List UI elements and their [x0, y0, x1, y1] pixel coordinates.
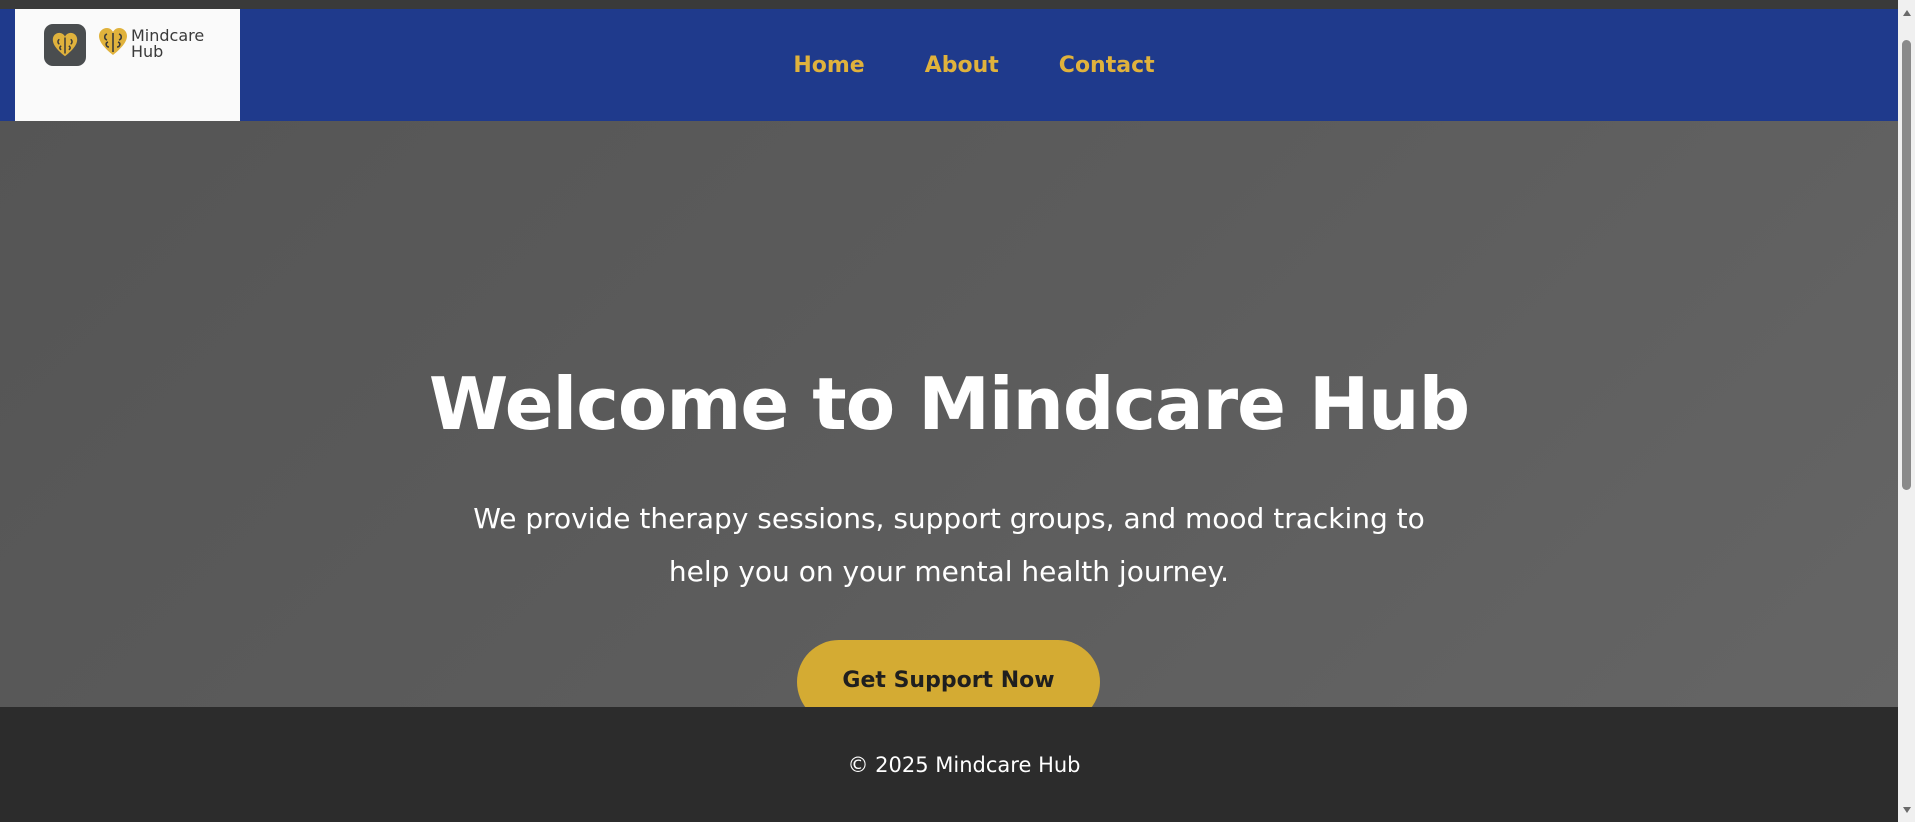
page: Mindcare Hub Home About Contact Welcome …: [0, 0, 1915, 822]
footer-copyright: © 2025 Mindcare Hub: [847, 752, 1081, 777]
hero-section: Welcome to Mindcare Hub We provide thera…: [0, 121, 1898, 707]
get-support-button[interactable]: Get Support Now: [797, 640, 1100, 707]
hero-title: Welcome to Mindcare Hub: [428, 362, 1470, 446]
vertical-scrollbar[interactable]: [1898, 0, 1915, 822]
nav-link-contact[interactable]: Contact: [1059, 53, 1155, 78]
footer: © 2025 Mindcare Hub: [0, 707, 1898, 822]
scroll-up-arrow-icon[interactable]: [1898, 4, 1915, 21]
main-nav: Home About Contact: [0, 9, 1898, 121]
nav-link-home[interactable]: Home: [793, 53, 864, 78]
scrollbar-thumb[interactable]: [1902, 40, 1911, 490]
nav-link-about[interactable]: About: [925, 53, 999, 78]
hero-subtitle: We provide therapy sessions, support gro…: [473, 502, 1425, 588]
scroll-down-arrow-icon[interactable]: [1898, 801, 1915, 818]
browser-top-strip: [0, 0, 1898, 9]
